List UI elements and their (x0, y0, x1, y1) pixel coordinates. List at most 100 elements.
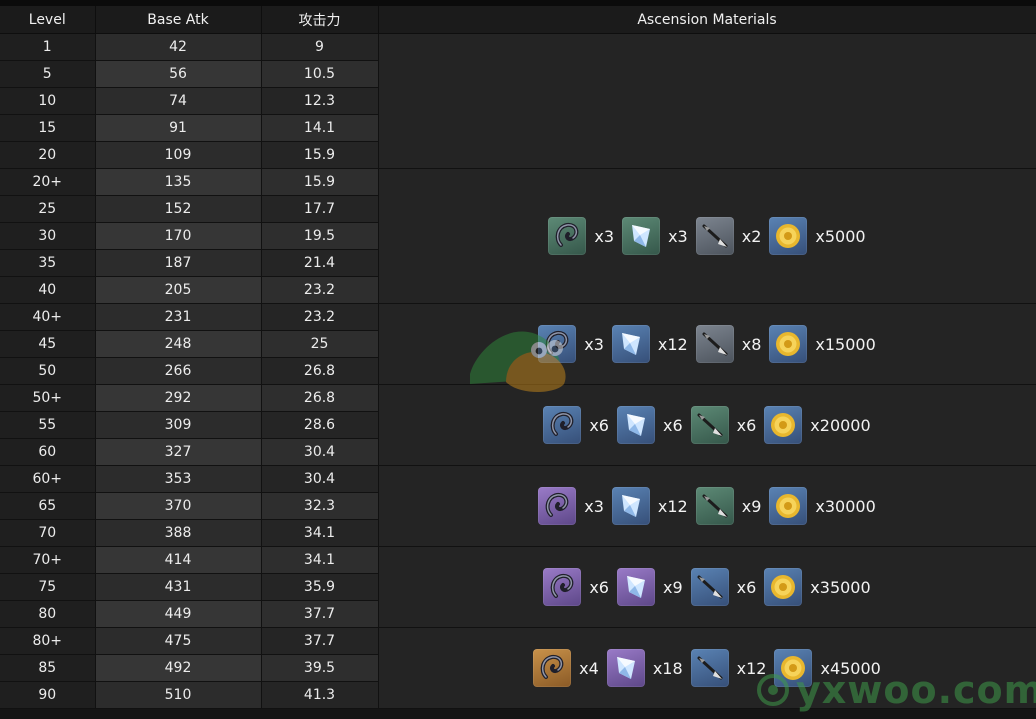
secondary-stat-cell: 41.3 (261, 681, 379, 709)
level-cell: 40+ (0, 303, 96, 331)
arrowhead-material-icon (690, 568, 729, 606)
material-quantity: x9 (741, 496, 762, 516)
table-row: 50+ 292 26.8 x6 x6 x6 x20000 (0, 384, 1036, 466)
level-cell: 50 (0, 357, 96, 385)
secondary-stat-cell: 34.1 (261, 546, 379, 574)
base-atk-cell: 414 (95, 546, 262, 574)
secondary-stat-cell: 34.1 (261, 519, 379, 547)
table-row: 60+ 353 30.4 x3 x12 x9 x30000 (0, 465, 1036, 547)
materials-cell: x4 x18 x12 x45000 (378, 627, 1036, 709)
materials-list: x3 x12 x9 x30000 (379, 487, 1036, 525)
material-item: x5000 (769, 217, 866, 255)
base-atk-cell: 248 (95, 330, 262, 358)
arrowhead-material-icon (690, 406, 729, 444)
secondary-stat-cell: 25 (261, 330, 379, 358)
materials-cell (378, 33, 1036, 169)
base-atk-cell: 109 (95, 141, 262, 169)
material-quantity: x20000 (810, 415, 871, 435)
secondary-stat-cell: 37.7 (261, 600, 379, 628)
material-item: x4 (533, 649, 599, 687)
level-cell: 35 (0, 249, 96, 277)
secondary-stat-cell: 37.7 (261, 627, 379, 655)
material-item: x9 (616, 568, 683, 606)
material-quantity: x30000 (815, 496, 876, 516)
secondary-stat-cell: 21.4 (261, 249, 379, 277)
level-cell: 90 (0, 681, 96, 709)
secondary-stat-cell: 12.3 (261, 87, 379, 115)
materials-list: x6 x6 x6 x20000 (379, 406, 1036, 444)
material-quantity: x12 (736, 658, 767, 678)
level-cell: 45 (0, 330, 96, 358)
materials-list: x3 x3 x2 x5000 (379, 217, 1036, 255)
secondary-stat-cell: 30.4 (261, 465, 379, 493)
secondary-stat-cell: 10.5 (261, 60, 379, 88)
base-atk-cell: 449 (95, 600, 262, 628)
material-item: x6 (543, 568, 609, 606)
base-atk-cell: 205 (95, 276, 262, 304)
secondary-stat-cell: 26.8 (261, 384, 379, 412)
base-atk-cell: 152 (95, 195, 262, 223)
level-cell: 70+ (0, 546, 96, 574)
base-atk-cell: 431 (95, 573, 262, 601)
material-item: x35000 (764, 568, 871, 606)
secondary-stat-cell: 19.5 (261, 222, 379, 250)
material-item: x3 (622, 217, 688, 255)
arrowhead-material-icon (695, 487, 734, 525)
material-quantity: x6 (662, 415, 683, 435)
secondary-stat-cell: 32.3 (261, 492, 379, 520)
table-row: 40+ 231 23.2 x3 x12 x8 x15000 (0, 303, 1036, 385)
header-level: Level (0, 6, 96, 34)
level-cell: 75 (0, 573, 96, 601)
material-item: x6 (690, 406, 757, 444)
level-cell: 70 (0, 519, 96, 547)
weapon-ascension-table: Level Base Atk 攻击力 Ascension Materials 1… (0, 6, 1036, 709)
material-quantity: x15000 (815, 334, 876, 354)
table-row: 80+ 475 37.7 x4 x18 x12 x45000 (0, 627, 1036, 709)
material-quantity: x9 (662, 577, 683, 597)
material-quantity: x3 (668, 226, 688, 246)
material-item: x30000 (769, 487, 876, 525)
base-atk-cell: 492 (95, 654, 262, 682)
material-item: x12 (611, 487, 688, 525)
level-cell: 5 (0, 60, 96, 88)
crystal-material-icon (611, 487, 650, 525)
material-quantity: x3 (584, 334, 604, 354)
secondary-stat-cell: 35.9 (261, 573, 379, 601)
base-atk-cell: 42 (95, 33, 262, 61)
horn-material-icon (543, 568, 582, 606)
mora-coin-icon (769, 487, 808, 525)
base-atk-cell: 309 (95, 411, 262, 439)
table-row: 1 42 9 (0, 33, 1036, 169)
arrowhead-material-icon (695, 325, 734, 363)
secondary-stat-cell: 14.1 (261, 114, 379, 142)
materials-cell: x3 x12 x8 x15000 (378, 303, 1036, 385)
header-ascension-materials: Ascension Materials (378, 6, 1036, 34)
material-quantity: x5000 (815, 226, 866, 246)
level-cell: 80 (0, 600, 96, 628)
base-atk-cell: 170 (95, 222, 262, 250)
material-quantity: x4 (579, 658, 599, 678)
crystal-material-icon (611, 325, 650, 363)
base-atk-cell: 327 (95, 438, 262, 466)
level-cell: 20 (0, 141, 96, 169)
materials-list: x3 x12 x8 x15000 (379, 325, 1036, 363)
material-item: x20000 (764, 406, 871, 444)
material-quantity: x6 (736, 415, 757, 435)
material-item: x3 (538, 487, 604, 525)
level-cell: 60 (0, 438, 96, 466)
material-quantity: x6 (589, 415, 609, 435)
table-row: 70+ 414 34.1 x6 x9 x6 x35000 (0, 546, 1036, 628)
secondary-stat-cell: 17.7 (261, 195, 379, 223)
crystal-material-icon (616, 406, 655, 444)
crystal-material-icon (606, 649, 645, 687)
material-item: x12 (611, 325, 688, 363)
secondary-stat-cell: 9 (261, 33, 379, 61)
material-item: x8 (695, 325, 761, 363)
materials-cell: x6 x6 x6 x20000 (378, 384, 1036, 466)
base-atk-cell: 266 (95, 357, 262, 385)
horn-material-icon (543, 406, 582, 444)
table-row: 20+ 135 15.9 x3 x3 x2 x5000 (0, 168, 1036, 304)
level-cell: 30 (0, 222, 96, 250)
material-item: x12 (690, 649, 767, 687)
base-atk-cell: 91 (95, 114, 262, 142)
